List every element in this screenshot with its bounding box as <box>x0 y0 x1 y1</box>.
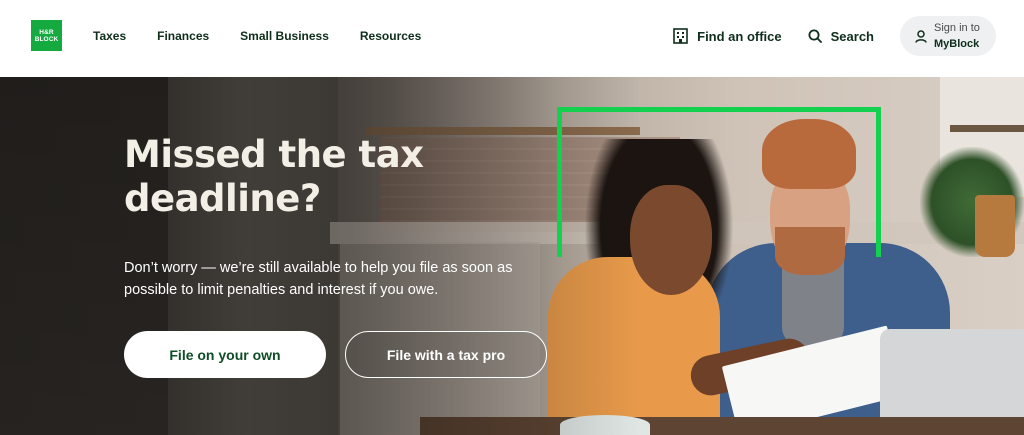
search-icon <box>808 29 822 43</box>
find-office-label: Find an office <box>697 28 782 44</box>
hero-photo-pot <box>975 195 1015 257</box>
hero-subtitle: Don’t worry — we’re still available to h… <box>124 260 513 298</box>
nav-item-small-business[interactable]: Small Business <box>240 28 329 44</box>
search-link[interactable]: Search <box>808 29 874 44</box>
sign-in-button[interactable]: Sign in to MyBlock <box>900 16 996 56</box>
file-on-your-own-button[interactable]: File on your own <box>124 331 326 378</box>
sign-in-line-1: Sign in to <box>934 22 980 34</box>
logo-line-2: BLOCK <box>34 35 59 43</box>
hr-block-logo[interactable]: H&R BLOCK <box>31 20 62 51</box>
hero-text-scrim <box>0 77 640 435</box>
sign-in-text: Sign in to MyBlock <box>934 20 980 52</box>
user-icon <box>915 29 927 43</box>
sign-in-line-2: MyBlock <box>934 38 980 50</box>
hero-title: Missed the tax deadline? <box>124 133 424 220</box>
file-with-tax-pro-button[interactable]: File with a tax pro <box>345 331 547 378</box>
nav-item-finances[interactable]: Finances <box>157 28 209 44</box>
main-nav: Taxes Finances Small Business Resources <box>93 28 452 44</box>
nav-item-taxes[interactable]: Taxes <box>93 28 126 44</box>
logo-line-1: H&R <box>39 28 54 36</box>
hero-accent-frame <box>557 107 881 257</box>
nav-item-resources[interactable]: Resources <box>360 28 421 44</box>
search-label: Search <box>830 28 874 44</box>
utility-nav: Find an office Search Sign in to MyBlock <box>673 16 996 56</box>
site-header: H&R BLOCK Taxes Finances Small Business … <box>0 0 1024 77</box>
office-building-icon <box>673 28 688 44</box>
hero-photo-shelf-right <box>950 125 1024 132</box>
find-office-link[interactable]: Find an office <box>673 28 782 44</box>
